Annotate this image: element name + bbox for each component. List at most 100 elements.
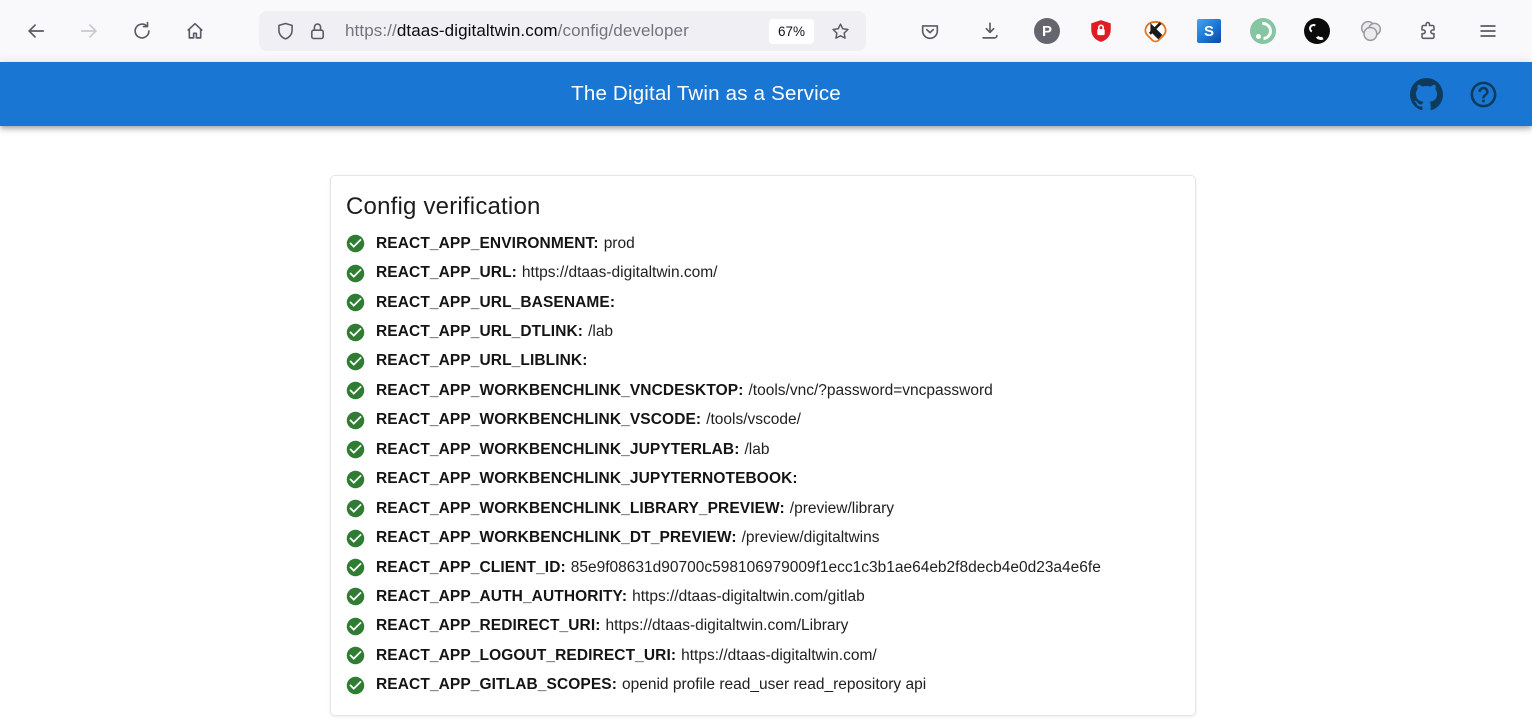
tracking-protection-shield-icon[interactable] [269,15,301,47]
forward-button [71,13,107,49]
bookmark-star-icon[interactable] [824,15,856,47]
back-icon [25,20,47,42]
config-key: REACT_APP_WORKBENCHLINK_JUPYTERLAB: [376,441,739,459]
url-host: dtaas-digitaltwin.com [397,21,558,40]
check-circle-icon [345,380,366,401]
card-heading: Config verification [346,193,1180,225]
config-verification-card: Config verification REACT_APP_ENVIRONMEN… [330,175,1196,716]
check-circle-icon [345,351,366,372]
check-circle-icon [345,586,366,607]
extension-green-ring-icon[interactable] [1248,16,1278,46]
download-icon [979,20,1001,42]
config-item-row: REACT_APP_WORKBENCHLINK_VNCDESKTOP: /too… [346,376,1180,405]
help-icon[interactable] [1468,79,1499,110]
app-header: The Digital Twin as a Service [0,62,1532,126]
config-item-row: REACT_APP_CLIENT_ID: 85e9f08631d90700c59… [346,553,1180,582]
downloads-button[interactable] [972,13,1008,49]
extension-black-face-icon[interactable] [1302,16,1332,46]
reload-button[interactable] [124,13,160,49]
extension-badger-icon[interactable] [1140,16,1170,46]
lock-icon[interactable] [301,15,333,47]
forward-icon [78,20,100,42]
hamburger-menu-icon [1477,20,1499,42]
check-circle-icon [345,616,366,637]
app-title: The Digital Twin as a Service [571,82,841,106]
extension-blue-s-cube-icon[interactable]: S [1194,16,1224,46]
config-key: REACT_APP_URL: [376,264,517,282]
extensions-button[interactable] [1410,13,1446,49]
check-circle-icon [345,410,366,431]
address-bar[interactable]: https://dtaas-digitaltwin.com/config/dev… [259,11,866,51]
check-circle-icon [345,675,366,696]
config-item-row: REACT_APP_URL_LIBLINK: [346,347,1180,376]
config-key: REACT_APP_WORKBENCHLINK_VNCDESKTOP: [376,382,744,400]
config-item-row: REACT_APP_URL_BASENAME: [346,288,1180,317]
check-circle-icon [345,557,366,578]
check-circle-icon [345,469,366,490]
config-item-row: REACT_APP_WORKBENCHLINK_VSCODE: /tools/v… [346,406,1180,435]
home-button[interactable] [177,13,213,49]
config-value: /tools/vnc/?password=vncpassword [749,382,993,400]
home-icon [184,20,206,42]
config-key: REACT_APP_CLIENT_ID: [376,559,566,577]
back-button[interactable] [18,13,54,49]
nav-button-group [18,13,213,49]
config-key: REACT_APP_WORKBENCHLINK_LIBRARY_PREVIEW: [376,500,785,518]
reload-icon [131,20,153,42]
check-circle-icon [345,292,366,313]
config-value: /lab [744,441,769,459]
config-key: REACT_APP_GITLAB_SCOPES: [376,676,617,694]
config-key: REACT_APP_LOGOUT_REDIRECT_URI: [376,647,676,665]
toolbar-actions: P S [912,13,1506,49]
check-circle-icon [345,322,366,343]
config-value: /preview/library [790,500,894,518]
check-circle-icon [345,263,366,284]
github-icon[interactable] [1410,78,1443,111]
config-item-row: REACT_APP_WORKBENCHLINK_JUPYTERNOTEBOOK: [346,465,1180,494]
config-key: REACT_APP_ENVIRONMENT: [376,235,599,253]
config-value: /preview/digitaltwins [742,529,880,547]
extension-red-shield-lock-icon[interactable] [1086,16,1116,46]
header-icon-group [1410,62,1499,126]
config-key: REACT_APP_URL_LIBLINK: [376,352,587,370]
config-value: /lab [588,323,613,341]
config-key: REACT_APP_WORKBENCHLINK_VSCODE: [376,411,701,429]
check-circle-icon [345,645,366,666]
config-item-row: REACT_APP_URL: https://dtaas-digitaltwin… [346,258,1180,287]
config-item-row: REACT_APP_ENVIRONMENT: prod [346,229,1180,258]
url-path: /config/developer [558,21,689,40]
config-key: REACT_APP_AUTH_AUTHORITY: [376,588,627,606]
config-value: /tools/vscode/ [706,411,801,429]
config-item-row: REACT_APP_WORKBENCHLINK_JUPYTERLAB: /lab [346,435,1180,464]
config-item-row: REACT_APP_URL_DTLINK: /lab [346,317,1180,346]
config-item-row: REACT_APP_WORKBENCHLINK_LIBRARY_PREVIEW:… [346,494,1180,523]
config-value: https://dtaas-digitaltwin.com/gitlab [632,588,865,606]
check-circle-icon [345,439,366,460]
config-value: 85e9f08631d90700c598106979009f1ecc1c3b1a… [571,559,1101,577]
config-value: openid profile read_user read_repository… [622,676,926,694]
config-value: prod [604,235,635,253]
config-value: https://dtaas-digitaltwin.com/ [681,647,877,665]
browser-toolbar: https://dtaas-digitaltwin.com/config/dev… [0,0,1532,62]
pocket-icon [919,20,941,42]
puzzle-extensions-icon [1417,20,1439,42]
config-item-row: REACT_APP_LOGOUT_REDIRECT_URI: https://d… [346,641,1180,670]
config-key: REACT_APP_WORKBENCHLINK_DT_PREVIEW: [376,529,737,547]
extension-p-badge-icon[interactable]: P [1032,16,1062,46]
url-scheme: https:// [345,21,397,40]
config-item-row: REACT_APP_GITLAB_SCOPES: openid profile … [346,671,1180,700]
extension-gray-circles-icon[interactable] [1356,16,1386,46]
config-list: REACT_APP_ENVIRONMENT: prod REACT_APP_UR… [346,229,1180,700]
zoom-level-button[interactable]: 67% [769,19,814,44]
pocket-button[interactable] [912,13,948,49]
config-key: REACT_APP_URL_BASENAME: [376,294,615,312]
config-value: https://dtaas-digitaltwin.com/ [522,264,718,282]
menu-button[interactable] [1470,13,1506,49]
config-item-row: REACT_APP_AUTH_AUTHORITY: https://dtaas-… [346,582,1180,611]
config-key: REACT_APP_REDIRECT_URI: [376,617,601,635]
config-key: REACT_APP_WORKBENCHLINK_JUPYTERNOTEBOOK: [376,470,798,488]
config-key: REACT_APP_URL_DTLINK: [376,323,583,341]
config-value: https://dtaas-digitaltwin.com/Library [606,617,849,635]
check-circle-icon [345,528,366,549]
url-text[interactable]: https://dtaas-digitaltwin.com/config/dev… [345,21,769,41]
